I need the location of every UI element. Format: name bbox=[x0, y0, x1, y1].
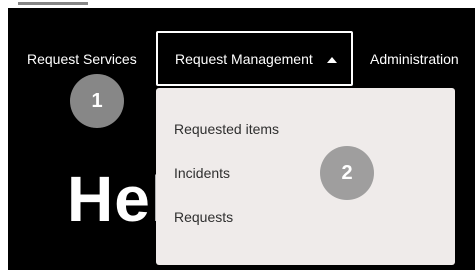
nav-request-services[interactable]: Request Services bbox=[27, 51, 137, 67]
step-callout-2: 2 bbox=[320, 146, 374, 200]
menu-item-incidents[interactable]: Incidents bbox=[174, 165, 230, 181]
nav-request-management-button[interactable]: Request Management bbox=[156, 31, 353, 86]
top-strip bbox=[0, 0, 475, 8]
step-callout-1: 1 bbox=[70, 74, 124, 128]
app-header: Request Services Request Management Admi… bbox=[8, 8, 475, 270]
nav-administration[interactable]: Administration bbox=[370, 51, 459, 67]
nav-request-management-label: Request Management bbox=[175, 51, 313, 67]
menu-item-requested-items[interactable]: Requested items bbox=[174, 121, 279, 137]
menu-item-requests[interactable]: Requests bbox=[174, 209, 233, 225]
cropped-heading-fragment bbox=[18, 0, 88, 5]
request-management-dropdown: Requested items Incidents Requests bbox=[156, 88, 455, 265]
caret-up-icon bbox=[327, 57, 337, 63]
